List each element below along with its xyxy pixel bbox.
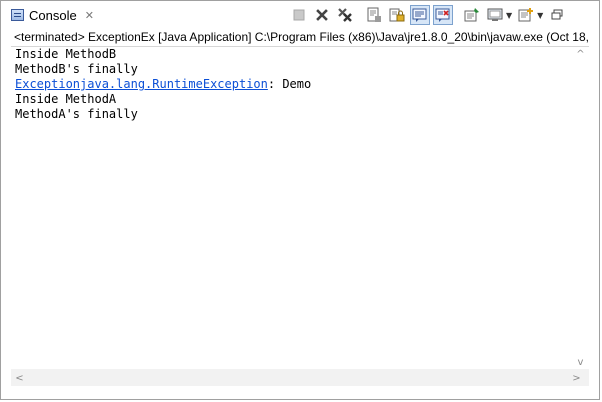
console-view: Console ✕ ▼ ▼ <terminated> ExceptionEx [… xyxy=(0,0,600,400)
minimize-icon xyxy=(551,9,563,20)
exception-link[interactable]: Exceptionjava.lang.RuntimeException xyxy=(15,77,268,91)
minimize-button[interactable] xyxy=(547,5,567,25)
remove-launch-button[interactable] xyxy=(312,5,332,25)
console-line: Inside MethodA xyxy=(15,92,117,106)
chevron-down-icon[interactable]: ▼ xyxy=(537,11,543,20)
console-line-exception: Exceptionjava.lang.RuntimeException: Dem… xyxy=(15,77,571,92)
terminate-icon xyxy=(293,9,305,21)
open-console-button[interactable] xyxy=(516,5,536,25)
scroll-thumb[interactable] xyxy=(29,373,567,382)
horizontal-scrollbar[interactable]: < > xyxy=(11,369,589,386)
scroll-right-icon[interactable]: > xyxy=(568,371,585,385)
show-on-stdout-button[interactable] xyxy=(410,5,430,25)
console-line: MethodB's finally xyxy=(15,62,138,76)
scroll-down-icon[interactable]: v xyxy=(572,355,589,369)
scroll-left-icon[interactable]: < xyxy=(11,371,28,385)
chevron-down-icon[interactable]: ▼ xyxy=(506,11,512,20)
console-output[interactable]: Inside MethodB MethodB's finally Excepti… xyxy=(15,47,571,122)
tab-label: Console xyxy=(29,7,77,23)
show-on-stderr-button[interactable] xyxy=(433,5,453,25)
show-on-stderr-icon xyxy=(435,8,450,22)
view-header: Console ✕ ▼ ▼ xyxy=(1,1,599,29)
console-toolbar: ▼ ▼ xyxy=(289,5,570,25)
exception-message: : Demo xyxy=(267,77,312,91)
close-icon[interactable]: ✕ xyxy=(85,9,94,22)
console-icon xyxy=(11,9,24,21)
vertical-scrollbar[interactable]: ^ v xyxy=(572,47,589,369)
show-on-stdout-icon xyxy=(412,8,427,22)
scroll-lock-button[interactable] xyxy=(387,5,407,25)
clear-console-icon xyxy=(367,7,381,22)
open-console-icon xyxy=(518,8,534,22)
display-selected-console-icon xyxy=(487,8,503,21)
remove-all-terminated-icon xyxy=(338,8,352,22)
terminate-button[interactable] xyxy=(289,5,309,25)
console-line: MethodA's finally xyxy=(15,107,138,121)
scroll-up-icon[interactable]: ^ xyxy=(572,47,589,61)
pin-console-icon xyxy=(464,8,479,22)
scroll-lock-icon xyxy=(389,8,405,22)
process-label: <terminated> ExceptionEx [Java Applicati… xyxy=(14,30,589,44)
console-line: Inside MethodB xyxy=(15,47,117,61)
remove-all-terminated-button[interactable] xyxy=(335,5,355,25)
pin-console-button[interactable] xyxy=(462,5,482,25)
tab-console[interactable]: Console ✕ xyxy=(3,3,101,27)
display-selected-console-button[interactable] xyxy=(485,5,505,25)
remove-launch-icon xyxy=(316,9,328,21)
clear-console-button[interactable] xyxy=(364,5,384,25)
